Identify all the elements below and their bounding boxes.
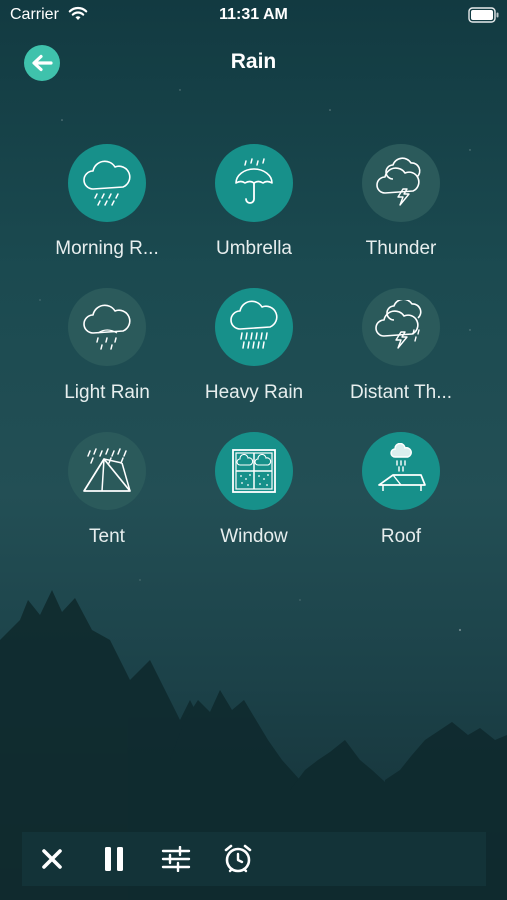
- sound-tile-heavy-rain[interactable]: Heavy Rain: [184, 288, 324, 418]
- umbrella-rain-icon: [235, 158, 273, 204]
- cloud-heavy-rain-icon: [230, 300, 278, 349]
- sound-label: Morning R...: [55, 238, 159, 259]
- sound-tile-umbrella[interactable]: Umbrella: [184, 144, 324, 274]
- sound-tile-roof[interactable]: Roof: [331, 432, 471, 562]
- app-screen: Carrier 11:31 AM Rain Morning R... Umbre…: [0, 0, 507, 900]
- sound-label: Roof: [380, 526, 422, 547]
- sleep-timer-button[interactable]: [222, 843, 254, 875]
- stop-all-button[interactable]: [36, 843, 68, 875]
- sound-circle: [362, 432, 440, 510]
- sound-circle: [68, 144, 146, 222]
- sound-tile-light-rain[interactable]: Light Rain: [37, 288, 177, 418]
- sound-label: Light Rain: [64, 382, 150, 403]
- sound-circle: [362, 144, 440, 222]
- roof-rain-icon: [378, 443, 426, 491]
- pause-icon: [105, 847, 123, 871]
- sound-tile-distant-thunder[interactable]: Distant Th...: [331, 288, 471, 418]
- sound-label: Tent: [89, 526, 125, 547]
- mixer-button[interactable]: [160, 843, 192, 875]
- sound-circle: [215, 288, 293, 366]
- sound-label: Window: [220, 526, 288, 547]
- sound-circle: [215, 432, 293, 510]
- sound-tile-thunder[interactable]: Thunder: [331, 144, 471, 274]
- sound-label: Thunder: [365, 238, 437, 259]
- sound-circle: [215, 144, 293, 222]
- sliders-icon: [161, 846, 191, 872]
- sound-label: Heavy Rain: [204, 382, 304, 403]
- sound-tile-morning-rain[interactable]: Morning R...: [37, 144, 177, 274]
- alarm-clock-icon: [224, 844, 252, 873]
- cloud-light-rain-icon: [83, 304, 131, 350]
- sound-tile-window[interactable]: Window: [184, 432, 324, 562]
- sound-circle: [362, 288, 440, 366]
- close-icon: [42, 849, 62, 869]
- player-toolbar: [22, 832, 486, 886]
- sound-tile-tent[interactable]: Tent: [37, 432, 177, 562]
- sound-label: Distant Th...: [349, 382, 453, 403]
- sound-label: Umbrella: [215, 238, 293, 259]
- sound-grid: Morning R... Umbrella Thunder Light Rain…: [0, 0, 507, 560]
- cloud-lightning-icon: [376, 157, 421, 206]
- tent-rain-icon: [83, 448, 131, 492]
- cloud-drizzle-icon: [83, 160, 131, 206]
- cloud-distant-thunder-icon: [375, 300, 422, 349]
- pause-button[interactable]: [98, 843, 130, 875]
- sound-circle: [68, 432, 146, 510]
- sound-circle: [68, 288, 146, 366]
- window-rain-icon: [232, 449, 276, 493]
